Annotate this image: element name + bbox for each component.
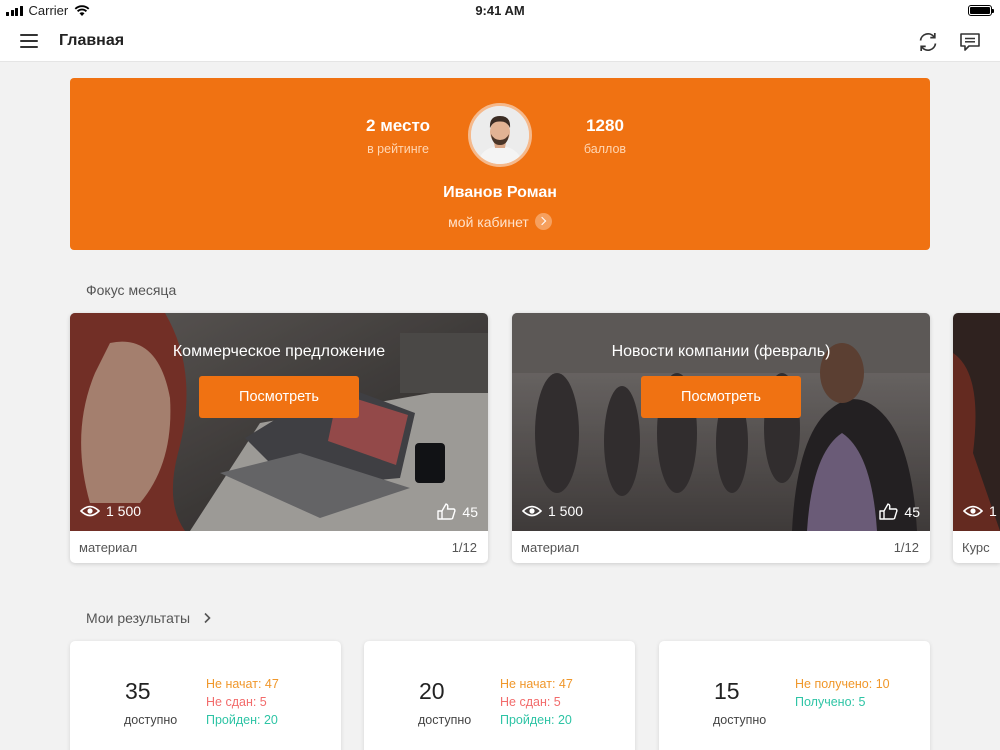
avatar[interactable] — [468, 103, 532, 167]
card-type: материал — [79, 540, 138, 555]
nav-bar: Главная — [0, 20, 1000, 62]
result-number: 35 — [125, 678, 151, 704]
views-value: 1 500 — [106, 503, 142, 519]
avatar-image — [471, 106, 529, 164]
card-title: Коммерческое предложение — [172, 343, 386, 360]
rank-stat: 2 место в рейтинге — [338, 116, 458, 156]
result-number: 20 — [419, 678, 445, 704]
focus-card[interactable]: 1 Курс — [953, 313, 1000, 563]
chevron-right-icon — [204, 612, 211, 624]
results-section-title[interactable]: Мои результаты — [86, 610, 212, 626]
my-cabinet-label: мой кабинет — [448, 214, 529, 230]
eye-icon — [963, 505, 983, 517]
likes-count[interactable]: 45 — [437, 503, 478, 520]
views-value: 1 500 — [548, 503, 584, 519]
passed-count: Пройден: 20 — [206, 713, 278, 727]
result-card[interactable]: 20 доступно Не начат: 47 Не сдан: 5 Прой… — [364, 641, 635, 750]
card-image — [953, 313, 1000, 531]
points-stat: 1280 баллов — [545, 116, 665, 156]
result-card[interactable]: 15 доступно Не получено: 10 Получено: 5 — [659, 641, 930, 750]
result-label: доступно — [418, 713, 472, 727]
results-title-label: Мои результаты — [86, 610, 191, 626]
result-label: доступно — [124, 713, 178, 727]
points-value: 1280 — [586, 116, 624, 135]
views-value: 1 — [989, 503, 997, 519]
not-received-count: Не получено: 10 — [795, 677, 890, 691]
profile-card: 2 место в рейтинге 1280 баллов Иванов Ро… — [70, 78, 930, 250]
rank-label: в рейтинге — [367, 142, 429, 156]
card-count: 1/12 — [451, 540, 477, 555]
user-name: Иванов Роман — [443, 184, 557, 201]
views-count: 1 — [963, 503, 997, 519]
not-passed-count: Не сдан: 5 — [206, 695, 267, 709]
card-title: Новости компании (февраль) — [611, 343, 831, 360]
thumbs-up-icon — [879, 503, 899, 520]
page-title: Главная — [59, 32, 125, 49]
received-count: Получено: 5 — [795, 695, 866, 709]
card-type: Курс — [962, 540, 990, 555]
view-button[interactable]: Посмотреть — [641, 376, 801, 418]
menu-icon[interactable] — [20, 34, 38, 48]
card-type: материал — [521, 540, 580, 555]
chat-icon[interactable] — [958, 30, 982, 54]
points-label: баллов — [583, 142, 627, 156]
status-bar: Carrier 9:41 AM — [0, 0, 1000, 20]
views-count: 1 500 — [80, 503, 141, 519]
battery-icon — [968, 5, 994, 16]
passed-count: Пройден: 20 — [500, 713, 572, 727]
thumbs-up-icon — [437, 503, 457, 520]
likes-value: 45 — [462, 503, 478, 520]
eye-icon — [522, 505, 542, 517]
refresh-icon[interactable] — [916, 30, 940, 54]
focus-section-title: Фокус месяца — [86, 282, 177, 298]
card-footer: материал 1/12 — [70, 531, 488, 563]
focus-card[interactable]: Новости компании (февраль) Посмотреть 1 … — [512, 313, 930, 563]
not-started-count: Не начат: 47 — [206, 677, 279, 691]
likes-value: 45 — [904, 503, 920, 520]
result-card[interactable]: 35 доступно Не начат: 47 Не сдан: 5 Прой… — [70, 641, 341, 750]
result-number: 15 — [714, 678, 740, 704]
rank-value: 2 место — [366, 116, 430, 135]
not-passed-count: Не сдан: 5 — [500, 695, 561, 709]
not-started-count: Не начат: 47 — [500, 677, 573, 691]
card-footer: материал 1/12 — [512, 531, 930, 563]
chevron-right-icon — [534, 213, 552, 230]
eye-icon — [80, 505, 100, 517]
result-label: доступно — [713, 713, 767, 727]
focus-card[interactable]: Коммерческое предложение Посмотреть 1 50… — [70, 313, 488, 563]
likes-count[interactable]: 45 — [879, 503, 920, 520]
status-time: 9:41 AM — [475, 3, 525, 18]
card-count: 1/12 — [893, 540, 919, 555]
views-count: 1 500 — [522, 503, 583, 519]
card-footer: Курс — [953, 531, 1000, 563]
view-button[interactable]: Посмотреть — [199, 376, 359, 418]
my-cabinet-link[interactable]: мой кабинет — [70, 213, 930, 230]
